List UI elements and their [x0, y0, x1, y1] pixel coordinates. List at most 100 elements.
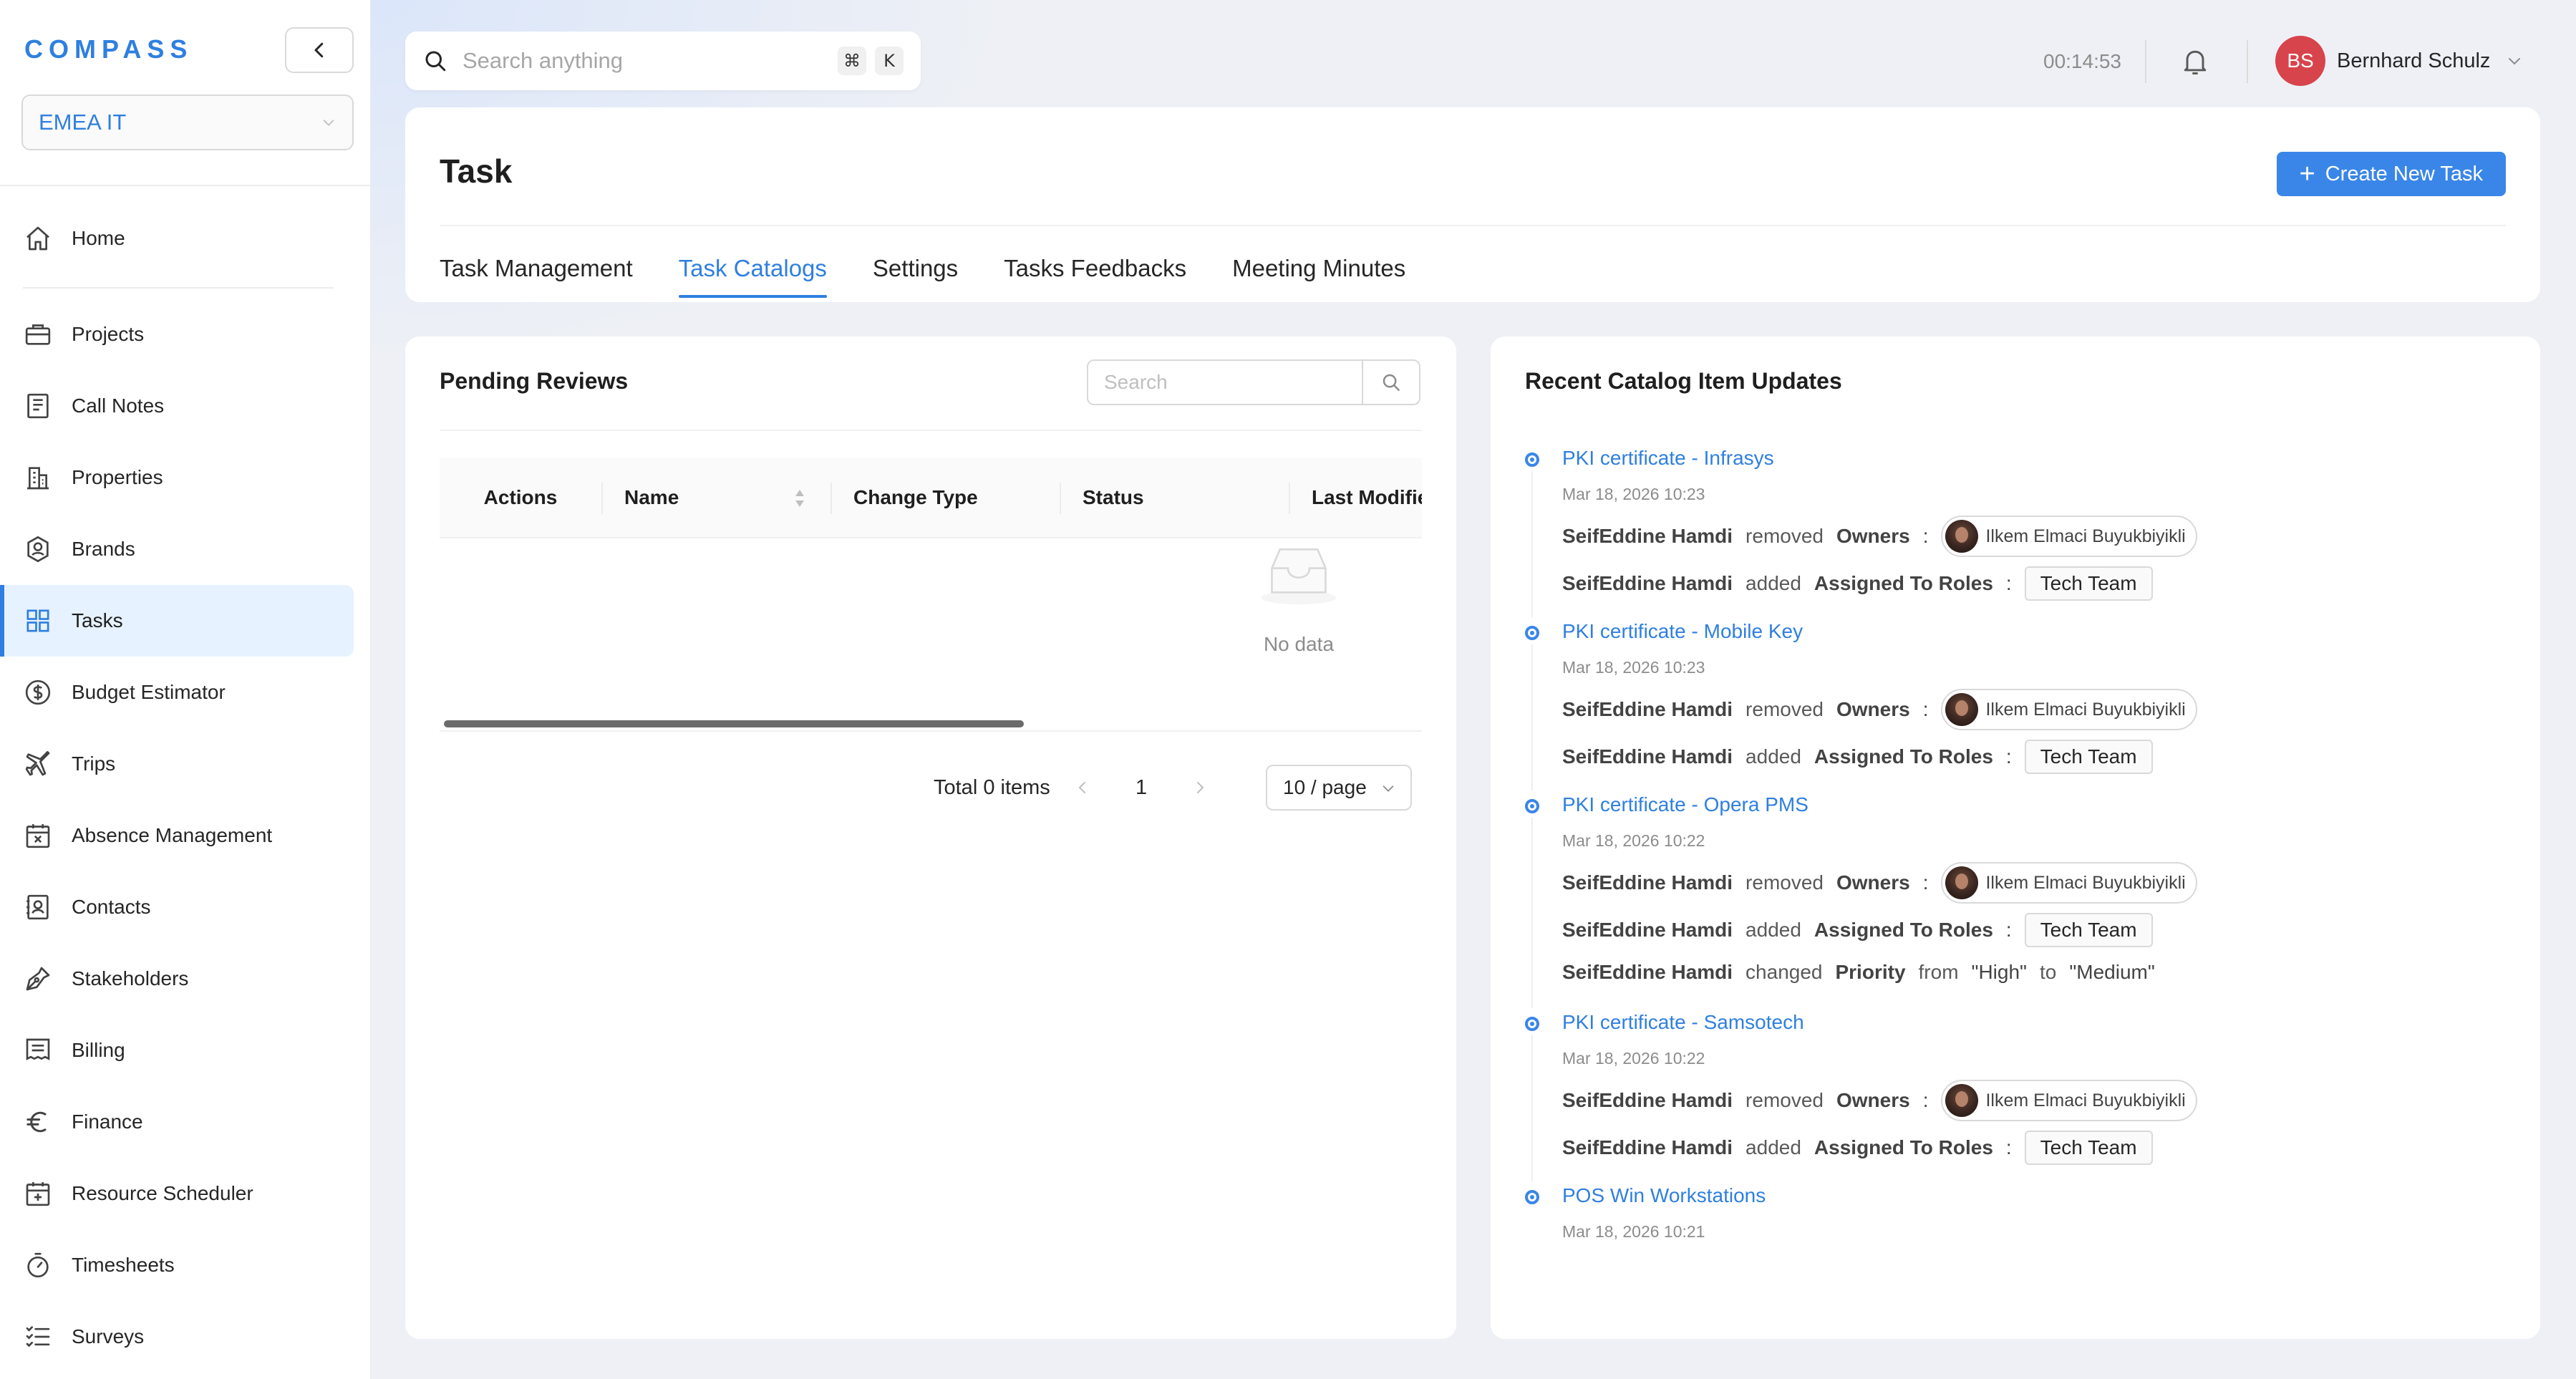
change-separator: :	[2005, 919, 2012, 941]
sidebar-item-label: Tasks	[72, 609, 123, 632]
owner-avatar	[1945, 1084, 1979, 1117]
user-avatar: BS	[2275, 36, 2325, 86]
change-separator: :	[2005, 1136, 2012, 1158]
table-header: Actions Name Change Type Status Last Mod…	[440, 458, 1422, 538]
collapse-sidebar-button[interactable]	[285, 27, 354, 73]
sidebar-item-properties[interactable]: Properties	[0, 442, 354, 513]
tab-task-management[interactable]: Task Management	[440, 255, 633, 298]
catalog-item-link[interactable]: PKI certificate - Samsotech	[1562, 1008, 2513, 1040]
change-field: Priority	[1835, 961, 1906, 983]
app-logo[interactable]: COMPASS	[24, 34, 193, 64]
calendar-plus-icon	[23, 1179, 53, 1209]
change-field: Owners	[1836, 698, 1910, 720]
change-separator: :	[1922, 871, 1929, 894]
empty-text: No data	[1263, 633, 1335, 655]
horizontal-scrollbar[interactable]	[444, 720, 1024, 727]
pending-reviews-card: Pending Reviews Search Actions Name Chan…	[405, 337, 1456, 1339]
tab-meeting-minutes[interactable]: Meeting Minutes	[1232, 255, 1405, 298]
catalog-item-link[interactable]: PKI certificate - Infrasys	[1562, 444, 2513, 475]
role-tag: Tech Team	[2024, 913, 2153, 947]
create-new-task-label: Create New Task	[2325, 162, 2483, 185]
plane-icon	[23, 749, 53, 779]
sidebar-item-label: Finance	[72, 1111, 143, 1133]
change-separator: :	[1922, 698, 1929, 720]
column-header-last-modified: Last Modifie	[1289, 458, 1422, 537]
sidebar-item-label: Timesheets	[72, 1254, 175, 1276]
change-field: Assigned To Roles	[1814, 919, 1993, 941]
shortcut-key-k: K	[875, 47, 904, 75]
sidebar-item-surveys[interactable]: Surveys	[0, 1301, 354, 1373]
tab-task-catalogs[interactable]: Task Catalogs	[678, 255, 828, 298]
search-icon	[425, 51, 446, 72]
sidebar-item-tasks[interactable]: Tasks	[0, 585, 354, 657]
sidebar-item-finance[interactable]: Finance	[0, 1086, 354, 1158]
change-field: Owners	[1836, 525, 1910, 547]
org-select[interactable]: EMEA IT	[21, 95, 354, 150]
empty-inbox-icon	[1261, 548, 1337, 605]
owner-name: Ilkem Elmaci Buyukbiyikli	[1985, 699, 2186, 720]
change-row: SeifEddine Hamdi removed Owners : Ilkem …	[1562, 513, 2513, 560]
change-field: Assigned To Roles	[1814, 745, 1993, 768]
sidebar-item-billing[interactable]: Billing	[0, 1015, 354, 1086]
pen-icon	[23, 964, 53, 994]
change-verb: added	[1745, 919, 1801, 941]
table-empty-state: No data	[440, 538, 1422, 715]
owner-avatar	[1945, 693, 1979, 726]
chevron-right-icon[interactable]	[1191, 779, 1209, 796]
owner-pill: Ilkem Elmaci Buyukbiyikli	[1941, 516, 2197, 557]
change-row: SeifEddine Hamdi changed Priority from "…	[1562, 954, 2513, 991]
sidebar-item-contacts[interactable]: Contacts	[0, 871, 354, 943]
sidebar-item-home[interactable]: Home	[0, 203, 354, 274]
chevron-left-icon[interactable]	[1074, 779, 1091, 796]
change-row: SeifEddine Hamdi added Assigned To Roles…	[1562, 906, 2513, 954]
change-actor: SeifEddine Hamdi	[1562, 745, 1733, 768]
pending-search-input[interactable]: Search	[1088, 361, 1362, 404]
tab-tasks-feedbacks[interactable]: Tasks Feedbacks	[1004, 255, 1186, 298]
catalog-item-link[interactable]: PKI certificate - Mobile Key	[1562, 617, 2513, 649]
column-header-name[interactable]: Name	[601, 458, 831, 537]
owner-name: Ilkem Elmaci Buyukbiyikli	[1985, 1090, 2186, 1111]
owner-pill: Ilkem Elmaci Buyukbiyikli	[1941, 862, 2197, 904]
sidebar-item-timesheets[interactable]: Timesheets	[0, 1229, 354, 1301]
tab-settings[interactable]: Settings	[873, 255, 958, 298]
checklist-icon	[23, 1322, 53, 1352]
pagination-page[interactable]: 1	[1136, 776, 1147, 800]
sidebar-item-absence-management[interactable]: Absence Management	[0, 800, 354, 871]
session-timer: 00:14:53	[2043, 50, 2121, 72]
page-size-select[interactable]: 10 / page	[1266, 765, 1412, 811]
notifications-button[interactable]	[2179, 46, 2211, 81]
sidebar-item-stakeholders[interactable]: Stakeholders	[0, 943, 354, 1015]
billing-icon	[23, 1035, 53, 1065]
chevron-left-icon	[314, 42, 324, 58]
change-verb: removed	[1745, 525, 1824, 547]
pending-search-button[interactable]	[1362, 361, 1419, 404]
timeline-dot	[1525, 1190, 1539, 1204]
sidebar-item-projects[interactable]: Projects	[0, 299, 354, 370]
timeline-line	[1531, 1035, 1533, 1181]
user-menu[interactable]: BS Bernhard Schulz	[2275, 36, 2523, 86]
change-verb: added	[1745, 745, 1801, 768]
sidebar-item-label: Trips	[72, 753, 116, 775]
recent-updates-card: Recent Catalog Item Updates PKI certific…	[1491, 337, 2540, 1339]
briefcase-icon	[23, 319, 53, 349]
sidebar-item-budget-estimator[interactable]: Budget Estimator	[0, 657, 354, 728]
sidebar-item-label: Home	[72, 227, 125, 249]
global-search-input[interactable]: Search anything ⌘ K	[405, 32, 921, 90]
sidebar-item-call-notes[interactable]: Call Notes	[0, 370, 354, 442]
sidebar-item-resource-scheduler[interactable]: Resource Scheduler	[0, 1158, 354, 1229]
sidebar-item-label: Absence Management	[72, 824, 273, 846]
owner-name: Ilkem Elmaci Buyukbiyikli	[1985, 872, 2186, 893]
home-icon	[23, 223, 53, 253]
catalog-item-link[interactable]: POS Win Workstations	[1562, 1181, 2513, 1213]
euro-icon	[23, 1107, 53, 1137]
pending-reviews-title: Pending Reviews	[440, 368, 629, 394]
create-new-task-button[interactable]: + Create New Task	[2276, 152, 2506, 196]
change-field: Assigned To Roles	[1814, 1136, 1993, 1158]
sidebar-item-brands[interactable]: Brands	[0, 513, 354, 585]
sidebar-item-trips[interactable]: Trips	[0, 728, 354, 800]
owner-pill: Ilkem Elmaci Buyukbiyikli	[1941, 689, 2197, 730]
catalog-item-link[interactable]: PKI certificate - Opera PMS	[1562, 790, 2513, 822]
sidebar-item-label: Budget Estimator	[72, 681, 226, 703]
sort-icon[interactable]	[793, 485, 806, 511]
column-header-change-type: Change Type	[831, 458, 1060, 537]
